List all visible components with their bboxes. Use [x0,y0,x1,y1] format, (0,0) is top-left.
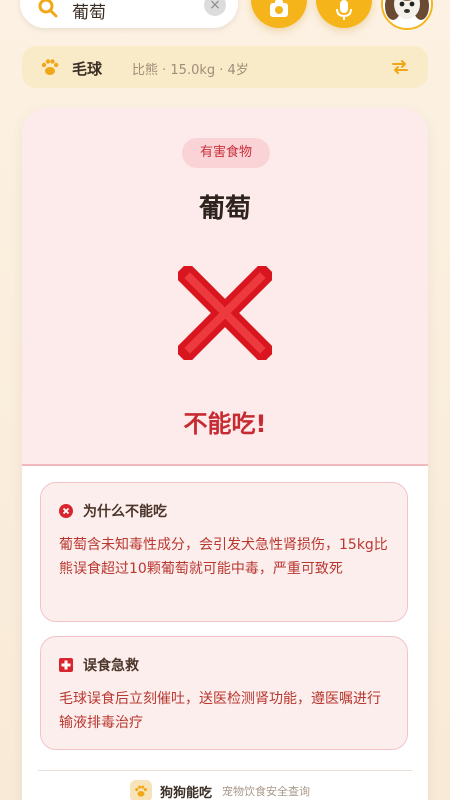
paw-icon [41,59,59,75]
profile-avatar[interactable] [381,0,433,30]
search-icon [38,0,58,18]
microphone-icon [336,0,352,20]
error-circle-icon [59,504,73,518]
dog-avatar-icon [383,0,431,28]
switch-pet-icon[interactable] [390,57,410,77]
app-slogan: 宠物饮食安全查询 [222,785,311,798]
reason-title: 为什么不能吃 [83,504,167,520]
first-aid-text: 毛球误食后立刻催吐，送医检测肾功能，遵医嘱进行输液排毒治疗 [59,691,381,731]
app-name: 狗狗能吃 [160,785,213,800]
cross-mark-icon [178,266,272,360]
app-logo [130,780,152,800]
reason-text: 葡萄含未知毒性成分，会引发犬急性肾损伤，15kg比熊误食超过10颗葡萄就可能中毒… [59,537,388,577]
search-bar[interactable]: 葡萄 × [20,0,238,28]
app-footer: 狗狗能吃 宠物饮食安全查询 [130,780,310,800]
reason-box: 为什么不能吃 葡萄含未知毒性成分，会引发犬急性肾损伤，15kg比熊误食超过10颗… [40,482,408,622]
pet-name: 毛球 [72,60,103,78]
first-aid-title: 误食急救 [83,658,139,674]
first-aid-box: 误食急救 毛球误食后立刻催吐，送医检测肾功能，遵医嘱进行输液排毒治疗 [40,636,408,750]
harmful-food-badge: 有害食物 [182,138,270,168]
voice-button[interactable] [316,0,372,28]
camera-button[interactable] [251,0,307,28]
clear-search-icon[interactable]: × [204,0,226,16]
camera-icon [270,0,288,17]
search-input[interactable]: 葡萄 [72,0,106,23]
paw-logo-icon [135,785,147,797]
pet-profile-bar[interactable]: 毛球 比熊 · 15.0kg · 4岁 [22,46,428,88]
food-name: 葡萄 [198,194,251,224]
verdict-panel: 有害食物 葡萄 不能吃! [22,108,428,466]
first-aid-icon [59,658,73,672]
pet-details: 比熊 · 15.0kg · 4岁 [132,63,249,78]
verdict-text: 不能吃! [183,410,267,438]
footer-divider [38,770,412,771]
app-screen: 葡萄 × 毛球 比熊 · 15.0kg · 4岁 有害食物 葡萄 不能吃! 为什… [0,0,450,800]
result-card: 有害食物 葡萄 不能吃! 为什么不能吃 葡萄含未知毒性成分，会引发犬急性肾损伤，… [22,108,428,800]
